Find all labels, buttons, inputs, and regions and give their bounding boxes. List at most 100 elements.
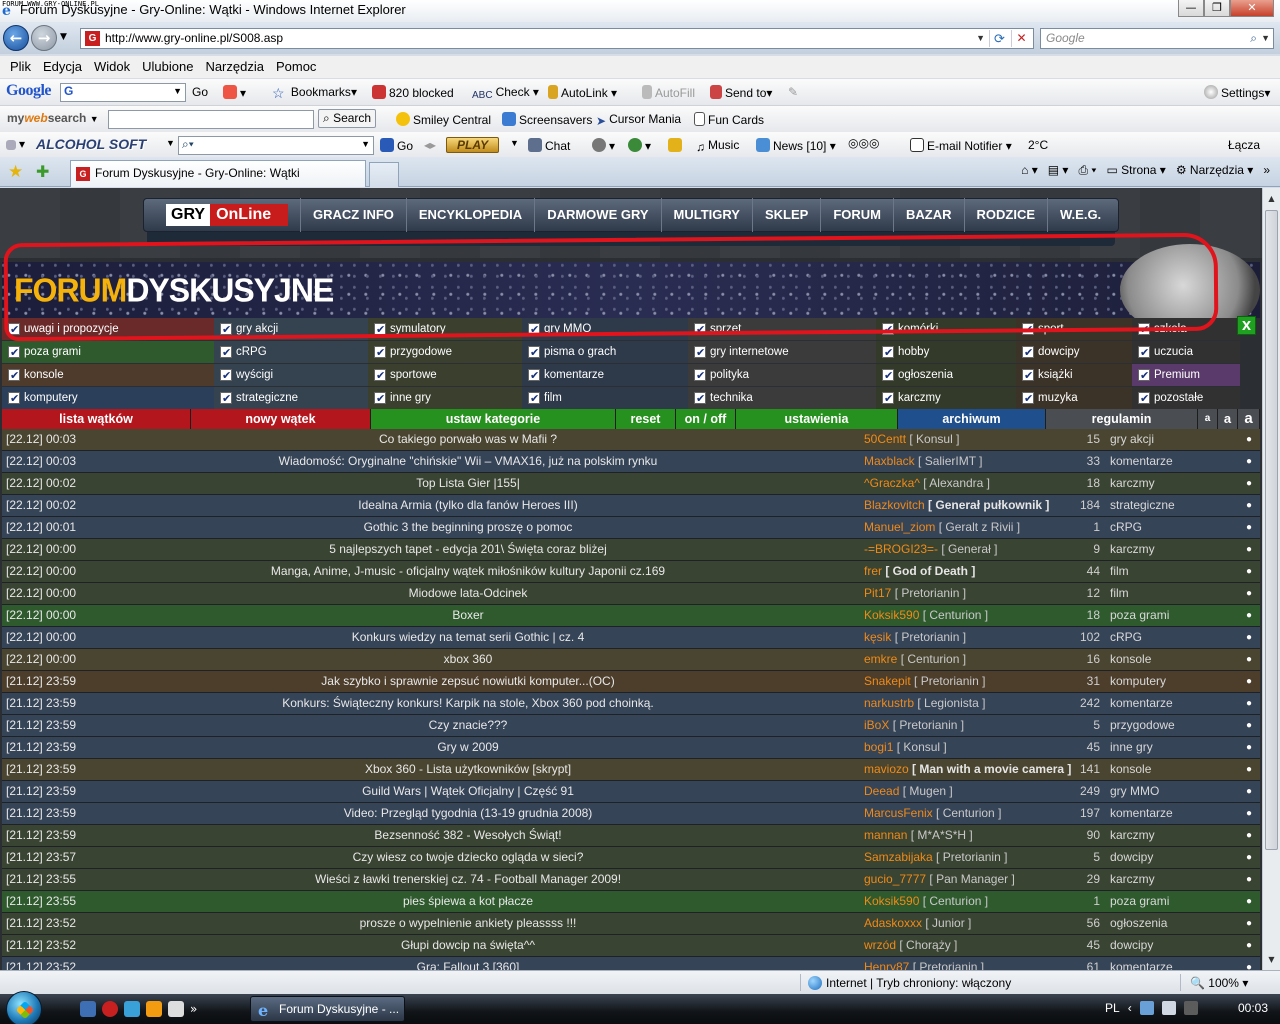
category-checkbox[interactable] xyxy=(374,365,386,386)
category-filter[interactable]: sport xyxy=(1016,318,1132,340)
thread-row[interactable]: [22.12] 00:03 Co takiego porwało was w Ma… xyxy=(2,429,1260,451)
show-desktop-icon[interactable] xyxy=(80,1001,96,1017)
thread-title-link[interactable]: Xbox 360 - Lista użytkowników [skrypt] xyxy=(112,759,824,780)
thread-title-link[interactable]: xbox 360 xyxy=(112,649,824,670)
font-large-button[interactable]: a xyxy=(1238,409,1260,429)
font-small-button[interactable]: a xyxy=(1198,409,1218,429)
thread-title-link[interactable]: Gry w 2009 xyxy=(112,737,824,758)
news-button[interactable]: News [10] ▾ xyxy=(756,138,836,153)
thread-title-link[interactable]: Bezsenność 382 - Wesołych Świąt! xyxy=(112,825,824,846)
category-checkbox[interactable] xyxy=(882,365,894,386)
games-icon[interactable]: ▾ xyxy=(592,138,615,153)
refresh-icon[interactable]: ⟳ xyxy=(989,30,1009,47)
category-checkbox[interactable] xyxy=(694,365,706,386)
category-filter[interactable]: konsole xyxy=(2,364,214,386)
history-dropdown-icon[interactable]: ▼ xyxy=(60,32,67,42)
thread-list-button[interactable]: lista wątków xyxy=(2,409,191,429)
thread-row[interactable]: [21.12] 23:52 Głupi dowcip na święta^^ wrz… xyxy=(2,935,1260,957)
category-filter[interactable]: strategiczne xyxy=(214,387,368,409)
author-nick-link[interactable]: wrzód xyxy=(864,938,896,952)
clock[interactable]: 00:03 xyxy=(1238,1001,1268,1015)
play-button[interactable]: PLAY xyxy=(446,137,500,153)
thread-row[interactable]: [21.12] 23:52 Gra: Fallout 3 [360] Henry87… xyxy=(2,957,1260,970)
tools-menu[interactable]: ⚙ Narzędzia ▾ xyxy=(1176,163,1253,178)
category-filter[interactable]: komputery xyxy=(2,387,214,409)
app-icon[interactable] xyxy=(168,1001,184,1017)
category-filter[interactable]: ogłoszenia xyxy=(876,364,1016,386)
category-checkbox[interactable] xyxy=(1022,342,1034,363)
stop-icon[interactable]: ✕ xyxy=(1011,30,1031,47)
thread-row[interactable]: [22.12] 00:03 Wiadomość: Oryginalne "chiń… xyxy=(2,451,1260,473)
thread-row[interactable]: [21.12] 23:59 Jak szybko i sprawnie zepsu… xyxy=(2,671,1260,693)
author-nick-link[interactable]: iBoX xyxy=(864,718,889,732)
thread-row[interactable]: [22.12] 00:00 5 najlepszych tapet - edycj… xyxy=(2,539,1260,561)
author-nick-link[interactable]: emkre xyxy=(864,652,897,666)
nav-multigry[interactable]: MULTIGRY xyxy=(660,198,752,232)
zoom-level[interactable]: 🔍 100% ▾ xyxy=(1190,976,1248,990)
globe-menu-icon[interactable]: ▾ xyxy=(628,138,651,153)
chat-button[interactable]: Chat xyxy=(528,138,570,153)
new-tab-button[interactable] xyxy=(369,162,399,187)
category-filter[interactable]: gry akcji xyxy=(214,318,368,340)
author-nick-link[interactable]: gucio_7777 xyxy=(864,872,926,886)
thread-title-link[interactable]: prosze o wypelnienie ankiety pleassss !!… xyxy=(112,913,824,934)
menu-narzedzia[interactable]: Narzędzia xyxy=(199,56,270,78)
category-checkbox[interactable] xyxy=(220,365,232,386)
settings-button[interactable]: ustawienia xyxy=(736,409,898,429)
google-go-button[interactable]: Go xyxy=(192,85,208,99)
thread-row[interactable]: [21.12] 23:59 Czy znacie??? iBoX [ Pretori… xyxy=(2,715,1260,737)
nav-sklep[interactable]: SKLEP xyxy=(751,198,820,232)
autolink-button[interactable]: AutoLink ▾ xyxy=(548,85,617,100)
thread-row[interactable]: [22.12] 00:02 Top Lista Gier |155| ^Graczk… xyxy=(2,473,1260,495)
category-checkbox[interactable] xyxy=(374,342,386,363)
nav-encyklopedia[interactable]: ENCYKLOPEDIA xyxy=(405,198,534,232)
favorites-star-icon[interactable]: ★ xyxy=(8,162,23,182)
page-menu[interactable]: ▭ Strona ▾ xyxy=(1106,163,1165,178)
search-dropdown-icon[interactable]: ▼ xyxy=(1261,29,1270,48)
alcohol-go-button[interactable]: Go xyxy=(380,138,413,153)
category-filter[interactable]: cRPG xyxy=(214,341,368,363)
author-nick-link[interactable]: Blazkovitch xyxy=(864,498,925,512)
google-toolbar-input[interactable]: G ▼ xyxy=(60,83,186,102)
on-off-button[interactable]: on / off xyxy=(676,409,736,429)
author-nick-link[interactable]: Deead xyxy=(864,784,899,798)
category-filter[interactable]: polityka xyxy=(688,364,876,386)
mywebsearch-search-button[interactable]: ⌕ Search xyxy=(318,109,377,128)
thread-title-link[interactable]: Gra: Fallout 3 [360] xyxy=(112,957,824,970)
thread-title-link[interactable]: Idealna Armia (tylko dla fanów Heroes II… xyxy=(112,495,824,516)
thread-row[interactable]: [21.12] 23:59 Guild Wars | Wątek Oficjaln… xyxy=(2,781,1260,803)
add-favorite-icon[interactable]: ✚ xyxy=(36,162,49,182)
thread-title-link[interactable]: Miodowe lata-Odcinek xyxy=(112,583,824,604)
mywebsearch-input[interactable] xyxy=(108,110,314,129)
home-icon[interactable]: ⌂ ▾ xyxy=(1021,163,1038,178)
author-nick-link[interactable]: Henry87 xyxy=(864,960,909,970)
menu-plik[interactable]: Plik xyxy=(4,56,37,78)
thread-row[interactable]: [22.12] 00:00 Boxer Koksik590 [ Centurion … xyxy=(2,605,1260,627)
search-icon[interactable]: ⌕ xyxy=(1250,29,1257,48)
category-checkbox[interactable] xyxy=(694,388,706,409)
category-filter[interactable]: wyścigi xyxy=(214,364,368,386)
thread-row[interactable]: [21.12] 23:59 Konkurs: Świąteczny konkurs… xyxy=(2,693,1260,715)
thread-row[interactable]: [21.12] 23:59 Bezsenność 382 - Wesołych Ś… xyxy=(2,825,1260,847)
language-indicator[interactable]: PL xyxy=(1105,1001,1120,1015)
nav-weg[interactable]: W.E.G. xyxy=(1047,198,1113,232)
paint-icon[interactable] xyxy=(124,1001,140,1017)
thread-row[interactable]: [21.12] 23:59 Gry w 2009 bogi1 [ Konsul ] 4… xyxy=(2,737,1260,759)
category-checkbox[interactable] xyxy=(220,342,232,363)
category-checkbox[interactable] xyxy=(1138,388,1150,409)
opera-icon[interactable] xyxy=(102,1001,118,1017)
category-filter[interactable]: uczucia xyxy=(1132,341,1240,363)
category-filter[interactable]: szkoła xyxy=(1132,318,1240,340)
maximize-button[interactable]: ❐ xyxy=(1204,0,1230,17)
thread-title-link[interactable]: Top Lista Gier |155| xyxy=(112,473,824,494)
category-filter[interactable]: poza grami xyxy=(2,341,214,363)
taskbar-ie-window[interactable]: e Forum Dyskusyjne - ... xyxy=(250,996,405,1022)
set-categories-button[interactable]: ustaw kategorie xyxy=(371,409,616,429)
category-filter[interactable]: film xyxy=(522,387,688,409)
alcohol-dropdown-icon[interactable]: ▼ xyxy=(166,138,175,148)
author-nick-link[interactable]: 50Centt xyxy=(864,432,906,446)
thread-title-link[interactable]: Gothic 3 the beginning proszę o pomoc xyxy=(112,517,824,538)
address-dropdown-icon[interactable]: ▼ xyxy=(976,29,985,48)
start-button[interactable] xyxy=(6,991,42,1024)
category-checkbox[interactable] xyxy=(528,342,540,363)
